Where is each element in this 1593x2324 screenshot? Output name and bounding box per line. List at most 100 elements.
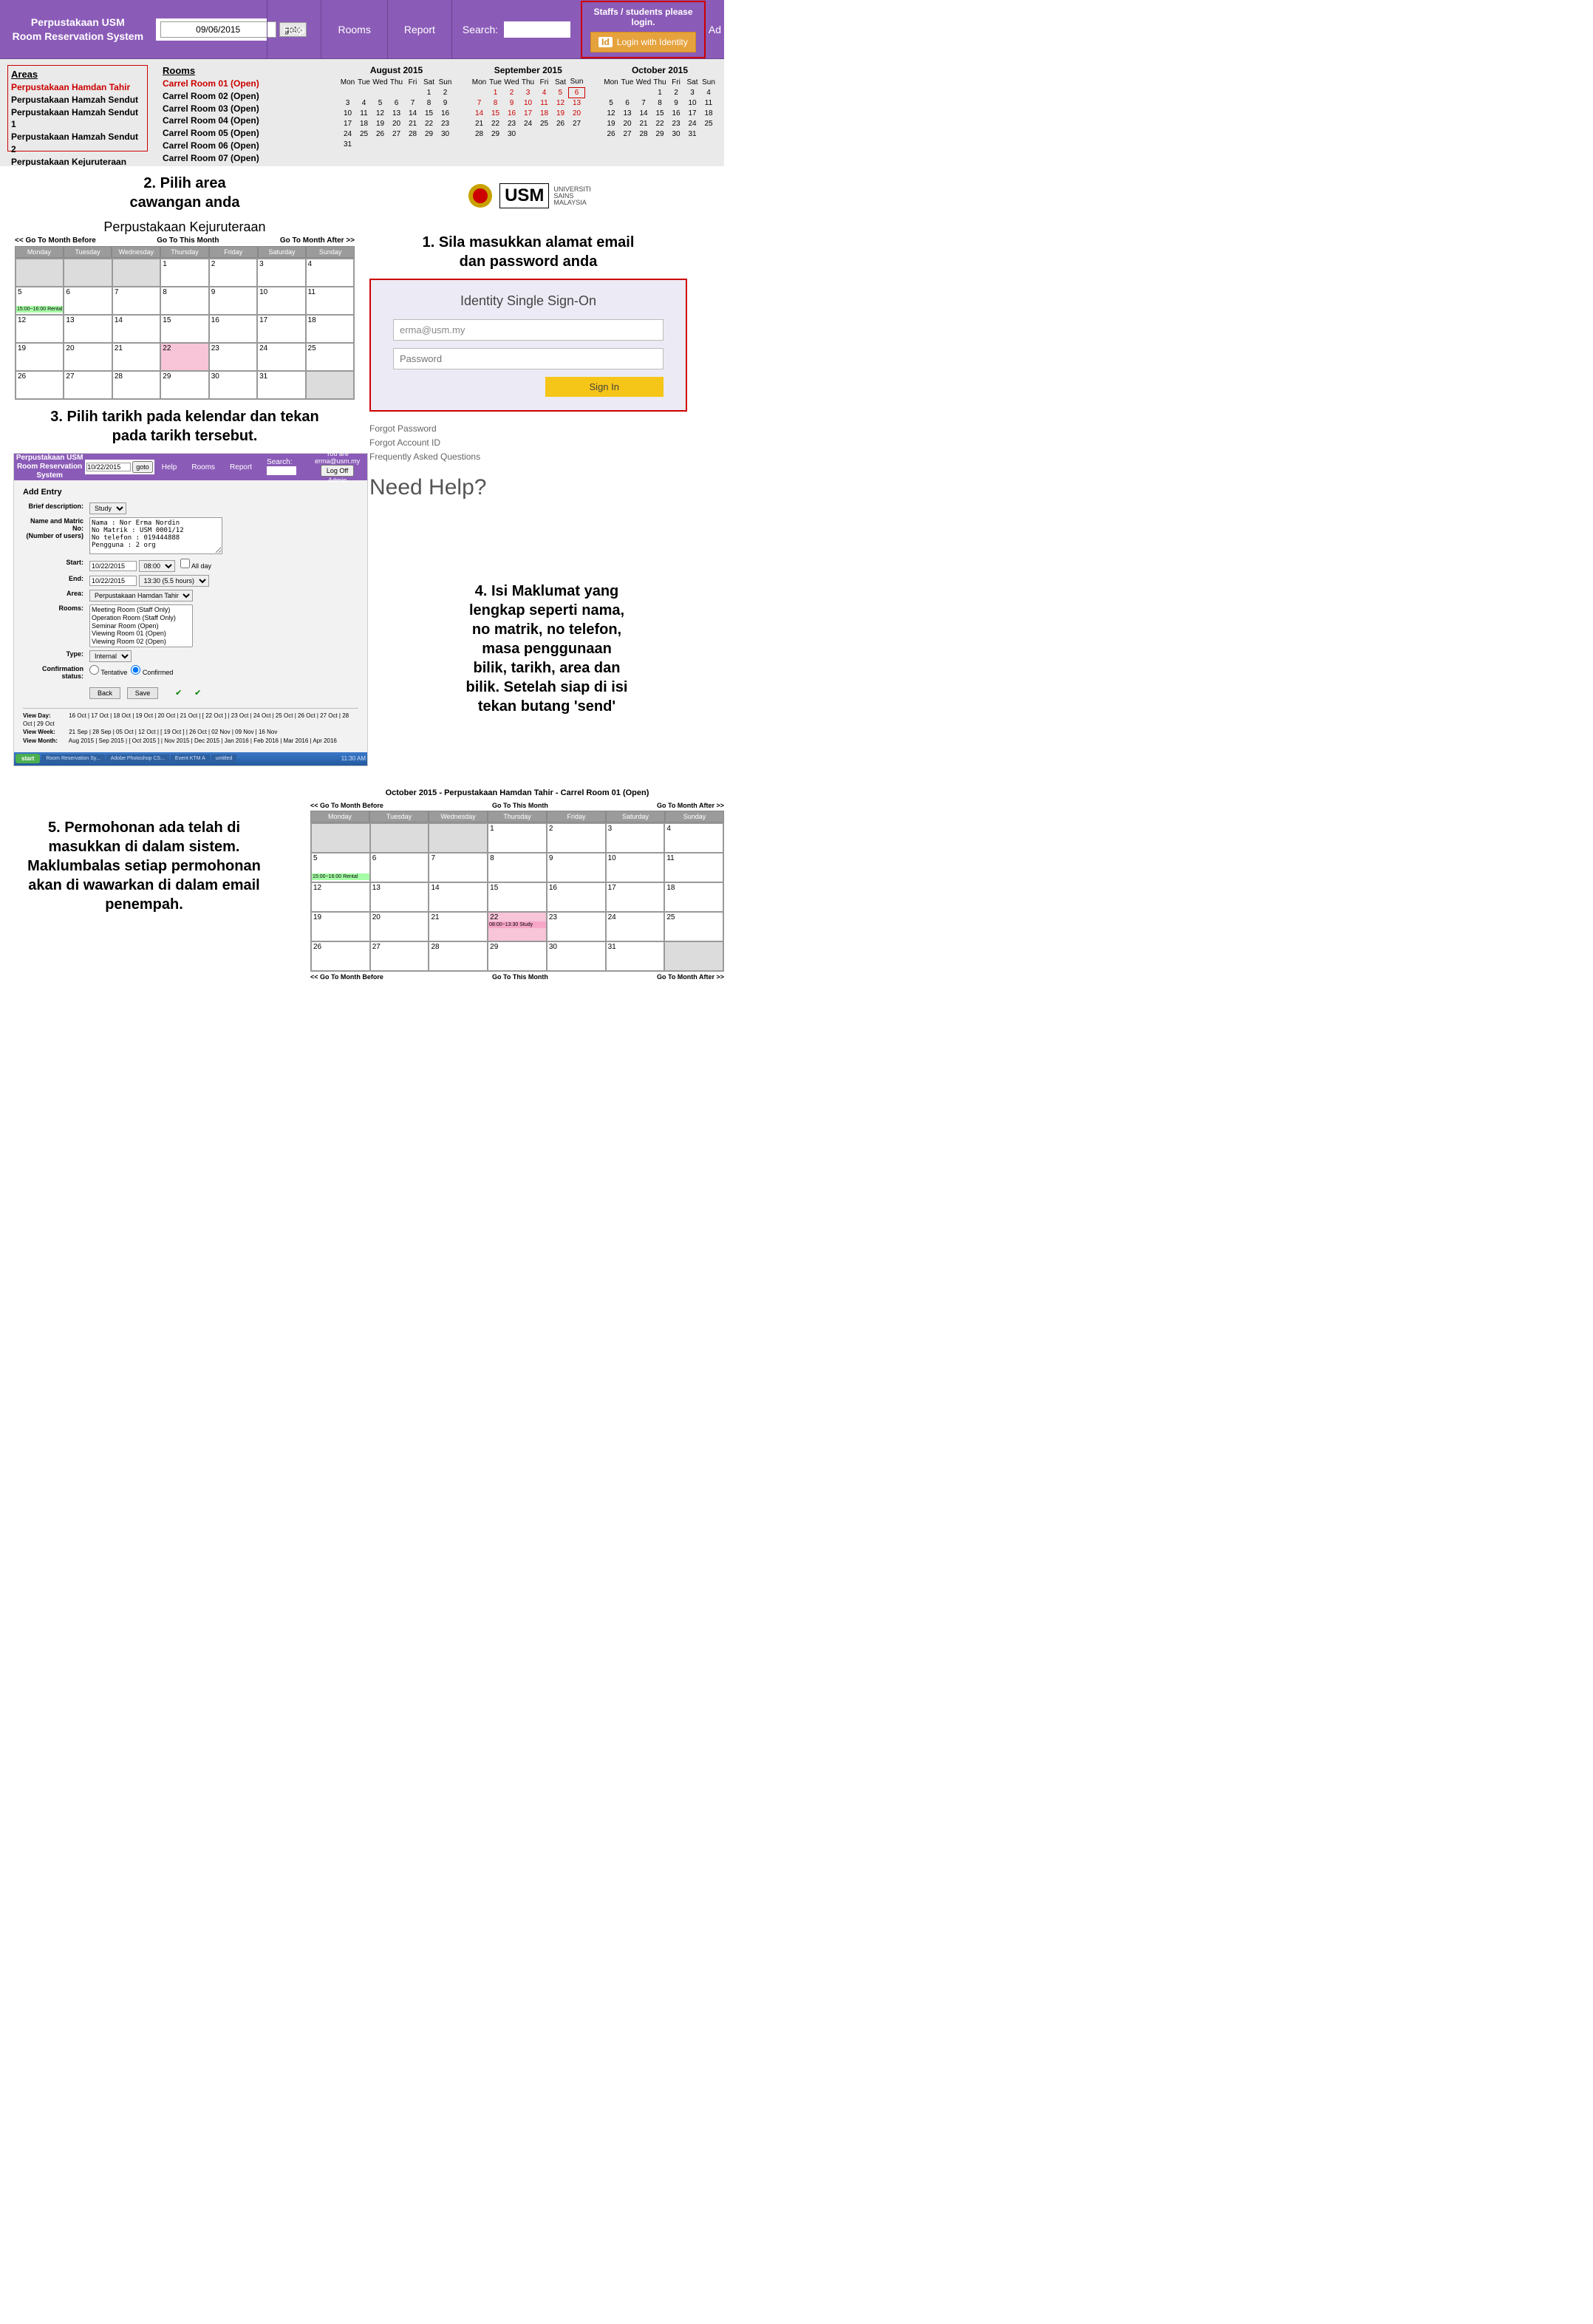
mini-cal-day[interactable]: 21 bbox=[635, 118, 652, 129]
calendar-cell[interactable]: 28 bbox=[429, 941, 488, 971]
rooms-select[interactable]: Meeting Room (Staff Only)Operation Room … bbox=[89, 604, 193, 647]
calendar-cell[interactable]: 28 bbox=[112, 371, 160, 399]
cal2-prev[interactable]: << Go To Month Before bbox=[310, 802, 383, 809]
mini-cal-day[interactable]: 2 bbox=[504, 87, 520, 98]
calendar-cell[interactable]: 17 bbox=[606, 882, 665, 912]
mini-cal-day[interactable]: 19 bbox=[372, 118, 389, 129]
calendar-cell[interactable]: 18 bbox=[306, 315, 354, 343]
calendar-cell[interactable]: 18 bbox=[664, 882, 723, 912]
admin-corner[interactable]: Ad bbox=[706, 24, 724, 35]
mini-cal-day[interactable]: 8 bbox=[488, 98, 504, 108]
calendar-cell[interactable]: 26 bbox=[16, 371, 64, 399]
mini-cal-day[interactable]: 5 bbox=[372, 98, 389, 108]
form-goto-date[interactable] bbox=[86, 463, 131, 471]
room-item[interactable]: Carrel Room 06 (Open) bbox=[163, 140, 273, 152]
mini-cal-day[interactable]: 7 bbox=[635, 98, 652, 108]
nav-report[interactable]: Report bbox=[387, 0, 451, 58]
mini-cal-day[interactable]: 13 bbox=[619, 108, 635, 118]
brief-select[interactable]: Study bbox=[89, 502, 126, 514]
room-item[interactable]: Carrel Room 07 (Open) bbox=[163, 152, 273, 165]
calendar-cell[interactable] bbox=[16, 259, 64, 287]
sso-link[interactable]: Frequently Asked Questions bbox=[369, 450, 687, 464]
type-select[interactable]: Internal bbox=[89, 650, 132, 662]
calendar-cell[interactable]: 1 bbox=[160, 259, 208, 287]
calendar-cell[interactable] bbox=[64, 259, 112, 287]
mini-cal-day[interactable]: 1 bbox=[421, 87, 437, 98]
mini-cal-day[interactable]: 7 bbox=[471, 98, 488, 108]
form-goto-btn[interactable]: goto bbox=[132, 461, 153, 473]
calendar-cell[interactable]: 20 bbox=[370, 912, 429, 941]
mini-cal-day[interactable]: 12 bbox=[372, 108, 389, 118]
calendar-cell[interactable]: 14 bbox=[112, 315, 160, 343]
calendar-cell[interactable]: 9 bbox=[547, 853, 606, 882]
mini-cal-day[interactable]: 30 bbox=[437, 129, 454, 139]
calendar-cell[interactable]: 27 bbox=[370, 941, 429, 971]
calendar-cell[interactable]: 8 bbox=[488, 853, 547, 882]
calendar-cell[interactable]: 515:00~16:00 Rental bbox=[16, 287, 64, 315]
form-nav-help[interactable]: Help bbox=[154, 463, 185, 471]
taskbar-item[interactable]: Event KTM A bbox=[171, 754, 210, 763]
mini-cal-day[interactable]: 7 bbox=[405, 98, 421, 108]
calendar-cell[interactable]: 20 bbox=[64, 343, 112, 371]
area-item[interactable]: Perpustakaan Hamzah Sendut bbox=[11, 94, 144, 106]
mini-cal-day[interactable]: 26 bbox=[372, 129, 389, 139]
mini-cal-day[interactable]: 27 bbox=[569, 118, 585, 129]
area-select[interactable]: Perpustakaan Hamdan Tahir bbox=[89, 590, 193, 602]
calendar-cell[interactable]: 7 bbox=[429, 853, 488, 882]
mini-cal-day[interactable]: 12 bbox=[603, 108, 619, 118]
calendar-cell[interactable]: 31 bbox=[257, 371, 305, 399]
room-item[interactable]: Carrel Room 03 (Open) bbox=[163, 103, 273, 115]
calendar-cell[interactable]: 9 bbox=[209, 287, 257, 315]
calendar-cell[interactable]: 25 bbox=[306, 343, 354, 371]
calendar-cell[interactable]: 24 bbox=[606, 912, 665, 941]
calendar-cell[interactable]: 16 bbox=[547, 882, 606, 912]
mini-cal-day[interactable]: 15 bbox=[421, 108, 437, 118]
mini-cal-day[interactable]: 4 bbox=[536, 87, 553, 98]
mini-cal-day[interactable]: 2 bbox=[668, 87, 684, 98]
calendar-cell[interactable]: 1 bbox=[488, 823, 547, 853]
mini-cal-day[interactable]: 23 bbox=[437, 118, 454, 129]
mini-cal-day[interactable]: 8 bbox=[652, 98, 668, 108]
calendar-event[interactable]: 15:00~16:00 Rental bbox=[16, 306, 63, 313]
mini-cal-day[interactable]: 22 bbox=[488, 118, 504, 129]
form-admin-link[interactable]: Admin bbox=[313, 477, 361, 484]
mini-cal-day[interactable]: 5 bbox=[603, 98, 619, 108]
room-item[interactable]: Carrel Room 04 (Open) bbox=[163, 115, 273, 127]
calendar-event[interactable]: 08:00~13:30 Study bbox=[488, 921, 546, 928]
calendar-cell[interactable] bbox=[311, 823, 370, 853]
mini-cal-day[interactable]: 13 bbox=[569, 98, 585, 108]
mini-cal-day[interactable]: 15 bbox=[652, 108, 668, 118]
form-nav-rooms[interactable]: Rooms bbox=[184, 463, 222, 471]
calendar-cell[interactable]: 13 bbox=[370, 882, 429, 912]
mini-cal-day[interactable]: 16 bbox=[668, 108, 684, 118]
mini-cal-day[interactable]: 26 bbox=[603, 129, 619, 139]
calendar-cell[interactable]: 4 bbox=[306, 259, 354, 287]
start-button[interactable]: start bbox=[16, 754, 40, 763]
calendar-cell[interactable]: 3 bbox=[257, 259, 305, 287]
calendar-cell[interactable]: 8 bbox=[160, 287, 208, 315]
calendar-cell[interactable]: 12 bbox=[311, 882, 370, 912]
calendar-cell[interactable]: 4 bbox=[664, 823, 723, 853]
calendar-cell[interactable]: 7 bbox=[112, 287, 160, 315]
mini-cal-day[interactable]: 4 bbox=[700, 87, 717, 98]
start-time-select[interactable]: 08:00 bbox=[139, 560, 175, 572]
mini-cal-day[interactable]: 4 bbox=[356, 98, 372, 108]
search-input[interactable] bbox=[504, 21, 570, 38]
sso-password-input[interactable] bbox=[393, 348, 664, 369]
calendar-event[interactable]: 15:00~16:00 Rental bbox=[312, 873, 369, 880]
calendar-cell[interactable]: 3 bbox=[606, 823, 665, 853]
form-search-input[interactable] bbox=[267, 466, 296, 475]
calendar-cell[interactable]: 6 bbox=[64, 287, 112, 315]
nav-rooms[interactable]: Rooms bbox=[321, 0, 386, 58]
mini-cal-day[interactable]: 2 bbox=[437, 87, 454, 98]
goto-date-input[interactable] bbox=[160, 21, 276, 38]
mini-cal-day[interactable]: 16 bbox=[504, 108, 520, 118]
calendar-cell[interactable]: 6 bbox=[370, 853, 429, 882]
mini-cal-day[interactable]: 24 bbox=[340, 129, 356, 139]
mini-cal-day[interactable]: 26 bbox=[553, 118, 569, 129]
calendar-cell[interactable]: 13 bbox=[64, 315, 112, 343]
mini-cal-day[interactable]: 9 bbox=[437, 98, 454, 108]
mini-cal-day[interactable]: 22 bbox=[421, 118, 437, 129]
calendar-cell[interactable] bbox=[429, 823, 488, 853]
cal2-this[interactable]: Go To This Month bbox=[492, 802, 548, 809]
